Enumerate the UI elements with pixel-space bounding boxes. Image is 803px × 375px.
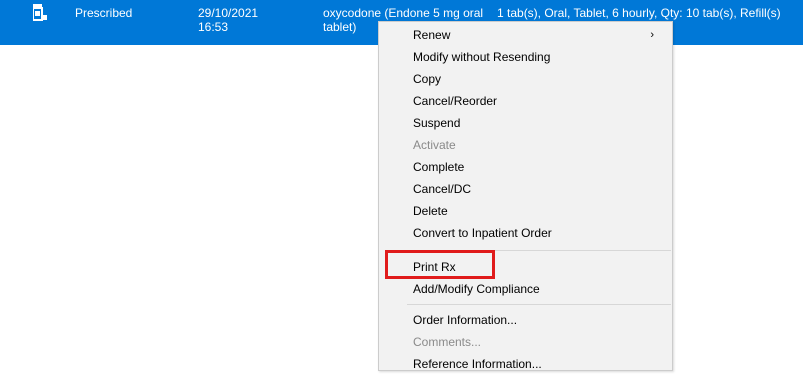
menu-item-order-information[interactable]: Order Information... [379,309,672,331]
menu-item-label: Renew [413,28,451,42]
menu-item-suspend[interactable]: Suspend [379,112,672,134]
menu-item-label: Add/Modify Compliance [413,282,540,296]
menu-item-label: Reference Information... [413,357,542,371]
print-rx-highlight-box [385,250,495,279]
menu-item-label: Suspend [413,116,461,130]
menu-item-activate: Activate [379,134,672,156]
context-menu: Renew › Modify without Resending Copy Ca… [378,21,673,371]
order-details: 1 tab(s), Oral, Tablet, 6 hourly, Qty: 1… [497,6,781,20]
order-date: 29/10/2021 [198,6,259,20]
menu-item-delete[interactable]: Delete [379,200,672,222]
menu-item-label: Comments... [413,335,482,349]
order-time: 16:53 [198,20,229,34]
menu-item-label: Modify without Resending [413,50,551,64]
menu-item-label: Activate [413,138,456,152]
menu-item-add-modify-compliance[interactable]: Add/Modify Compliance [379,278,672,300]
menu-item-label: Cancel/DC [413,182,472,196]
order-drug-name: oxycodone (Endone 5 mg oral [323,6,484,20]
menu-item-comments: Comments... [379,331,672,353]
menu-item-cancel-reorder[interactable]: Cancel/Reorder [379,90,672,112]
order-status: Prescribed [75,6,133,20]
medication-icon [32,4,47,21]
menu-item-label: Delete [413,204,448,218]
menu-item-renew[interactable]: Renew › [379,24,672,46]
menu-separator [407,304,671,305]
menu-item-label: Convert to Inpatient Order [413,226,552,240]
menu-item-modify-without-resending[interactable]: Modify without Resending [379,46,672,68]
menu-item-convert-to-inpatient-order[interactable]: Convert to Inpatient Order [379,222,672,244]
menu-item-complete[interactable]: Complete [379,156,672,178]
chevron-right-icon: › [650,29,654,41]
menu-item-label: Order Information... [413,313,518,327]
menu-item-label: Cancel/Reorder [413,94,498,108]
menu-item-label: Complete [413,160,465,174]
menu-item-cancel-dc[interactable]: Cancel/DC [379,178,672,200]
menu-item-reference-information[interactable]: Reference Information... [379,353,672,375]
menu-item-label: Copy [413,72,442,86]
order-drug-name-cont: tablet) [323,20,357,34]
menu-item-copy[interactable]: Copy [379,68,672,90]
